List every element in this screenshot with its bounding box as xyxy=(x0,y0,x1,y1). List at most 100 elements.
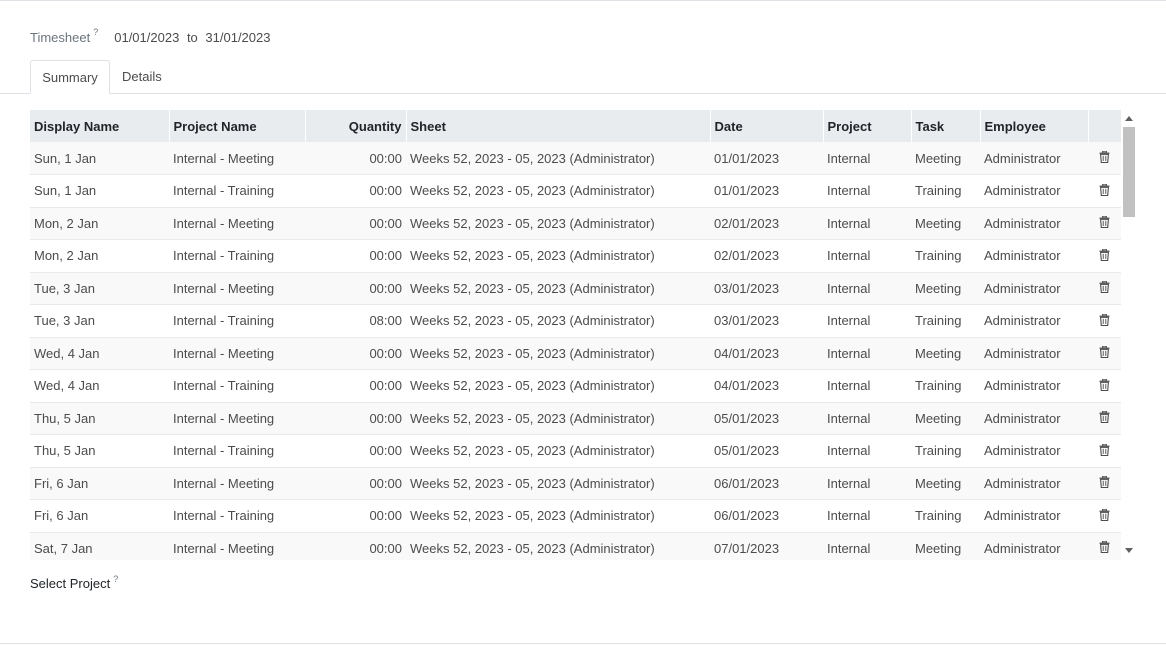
cell-quantity[interactable]: 00:00 xyxy=(305,435,406,468)
cell-sheet[interactable]: Weeks 52, 2023 - 05, 2023 (Administrator… xyxy=(406,175,710,208)
cell-employee[interactable]: Administrator xyxy=(980,402,1088,435)
scroll-up-arrow-icon[interactable] xyxy=(1125,116,1133,121)
cell-sheet[interactable]: Weeks 52, 2023 - 05, 2023 (Administrator… xyxy=(406,402,710,435)
column-header-date[interactable]: Date xyxy=(710,110,824,142)
cell-sheet[interactable]: Weeks 52, 2023 - 05, 2023 (Administrator… xyxy=(406,337,710,370)
trash-icon[interactable] xyxy=(1099,410,1110,426)
trash-icon[interactable] xyxy=(1099,248,1110,264)
cell-task[interactable]: Training xyxy=(911,370,980,403)
table-scrollbar[interactable] xyxy=(1121,110,1138,560)
timesheet-help-tooltip[interactable]: ? xyxy=(93,27,98,37)
column-header-employee[interactable]: Employee xyxy=(980,110,1089,142)
column-header-project-name[interactable]: Project Name xyxy=(169,110,306,142)
cell-sheet[interactable]: Weeks 52, 2023 - 05, 2023 (Administrator… xyxy=(406,305,710,338)
trash-icon[interactable] xyxy=(1099,508,1110,524)
table-row[interactable]: Tue, 3 Jan Internal - Training 08:00 Weeks … xyxy=(30,304,1121,338)
cell-task[interactable]: Meeting xyxy=(911,142,980,175)
cell-task[interactable]: Training xyxy=(911,240,980,273)
cell-quantity[interactable]: 00:00 xyxy=(305,142,406,175)
trash-icon[interactable] xyxy=(1099,215,1110,231)
cell-employee[interactable]: Administrator xyxy=(980,207,1088,240)
cell-date[interactable]: 03/01/2023 xyxy=(710,272,823,305)
cell-date[interactable]: 01/01/2023 xyxy=(710,142,823,175)
table-row[interactable]: Fri, 6 Jan Internal - Meeting 00:00 Weeks 5… xyxy=(30,467,1121,500)
cell-date[interactable]: 04/01/2023 xyxy=(710,337,823,370)
cell-employee[interactable]: Administrator xyxy=(980,175,1088,208)
cell-project[interactable]: Internal xyxy=(823,207,911,240)
cell-project-name[interactable]: Internal - Meeting xyxy=(169,402,305,435)
column-header-project[interactable]: Project xyxy=(823,110,912,142)
cell-employee[interactable]: Administrator xyxy=(980,467,1088,500)
cell-task[interactable]: Meeting xyxy=(911,337,980,370)
table-row[interactable]: Thu, 5 Jan Internal - Training 00:00 Weeks … xyxy=(30,434,1121,468)
cell-project-name[interactable]: Internal - Meeting xyxy=(169,467,305,500)
select-project-help-tooltip[interactable]: ? xyxy=(113,574,118,584)
cell-sheet[interactable]: Weeks 52, 2023 - 05, 2023 (Administrator… xyxy=(406,272,710,305)
cell-date[interactable]: 05/01/2023 xyxy=(710,435,823,468)
cell-quantity[interactable]: 00:00 xyxy=(305,500,406,533)
cell-project-name[interactable]: Internal - Training xyxy=(169,435,305,468)
cell-project-name[interactable]: Internal - Meeting xyxy=(169,142,305,175)
table-row[interactable]: Thu, 5 Jan Internal - Meeting 00:00 Weeks 5… xyxy=(30,402,1121,435)
trash-icon[interactable] xyxy=(1099,183,1110,199)
trash-icon[interactable] xyxy=(1099,540,1110,556)
cell-display-name[interactable]: Sun, 1 Jan xyxy=(30,175,169,208)
cell-project[interactable]: Internal xyxy=(823,435,911,468)
cell-task[interactable]: Training xyxy=(911,435,980,468)
cell-employee[interactable]: Administrator xyxy=(980,142,1088,175)
column-header-task[interactable]: Task xyxy=(911,110,981,142)
cell-project-name[interactable]: Internal - Training xyxy=(169,370,305,403)
cell-project[interactable]: Internal xyxy=(823,532,911,560)
cell-quantity[interactable]: 00:00 xyxy=(305,402,406,435)
cell-task[interactable]: Training xyxy=(911,305,980,338)
table-row[interactable]: Sat, 7 Jan Internal - Meeting 00:00 Weeks 5… xyxy=(30,532,1121,560)
cell-quantity[interactable]: 00:00 xyxy=(305,532,406,560)
cell-quantity[interactable]: 00:00 xyxy=(305,175,406,208)
cell-sheet[interactable]: Weeks 52, 2023 - 05, 2023 (Administrator… xyxy=(406,370,710,403)
cell-project[interactable]: Internal xyxy=(823,272,911,305)
cell-date[interactable]: 06/01/2023 xyxy=(710,467,823,500)
cell-task[interactable]: Meeting xyxy=(911,532,980,560)
cell-employee[interactable]: Administrator xyxy=(980,272,1088,305)
cell-date[interactable]: 05/01/2023 xyxy=(710,402,823,435)
cell-sheet[interactable]: Weeks 52, 2023 - 05, 2023 (Administrator… xyxy=(406,532,710,560)
cell-project-name[interactable]: Internal - Meeting xyxy=(169,207,305,240)
cell-task[interactable]: Training xyxy=(911,500,980,533)
cell-task[interactable]: Meeting xyxy=(911,402,980,435)
cell-project[interactable]: Internal xyxy=(823,175,911,208)
table-row[interactable]: Mon, 2 Jan Internal - Meeting 00:00 Weeks 5… xyxy=(30,207,1121,240)
cell-sheet[interactable]: Weeks 52, 2023 - 05, 2023 (Administrator… xyxy=(406,207,710,240)
cell-sheet[interactable]: Weeks 52, 2023 - 05, 2023 (Administrator… xyxy=(406,142,710,175)
cell-project-name[interactable]: Internal - Training xyxy=(169,240,305,273)
trash-icon[interactable] xyxy=(1099,345,1110,361)
cell-project-name[interactable]: Internal - Meeting xyxy=(169,337,305,370)
cell-project[interactable]: Internal xyxy=(823,305,911,338)
cell-employee[interactable]: Administrator xyxy=(980,500,1088,533)
cell-project[interactable]: Internal xyxy=(823,402,911,435)
cell-display-name[interactable]: Sat, 7 Jan xyxy=(30,532,169,560)
cell-date[interactable]: 04/01/2023 xyxy=(710,370,823,403)
cell-project[interactable]: Internal xyxy=(823,142,911,175)
cell-quantity[interactable]: 00:00 xyxy=(305,370,406,403)
trash-icon[interactable] xyxy=(1099,378,1110,394)
cell-display-name[interactable]: Mon, 2 Jan xyxy=(30,240,169,273)
cell-quantity[interactable]: 00:00 xyxy=(305,467,406,500)
cell-employee[interactable]: Administrator xyxy=(980,435,1088,468)
table-row[interactable]: Wed, 4 Jan Internal - Training 00:00 Weeks … xyxy=(30,369,1121,403)
cell-project[interactable]: Internal xyxy=(823,337,911,370)
tab-details[interactable]: Details xyxy=(110,60,174,94)
table-row[interactable]: Sun, 1 Jan Internal - Training 00:00 Weeks … xyxy=(30,174,1121,208)
cell-task[interactable]: Meeting xyxy=(911,272,980,305)
cell-employee[interactable]: Administrator xyxy=(980,240,1088,273)
cell-sheet[interactable]: Weeks 52, 2023 - 05, 2023 (Administrator… xyxy=(406,240,710,273)
cell-project-name[interactable]: Internal - Training xyxy=(169,305,305,338)
cell-task[interactable]: Meeting xyxy=(911,467,980,500)
cell-project[interactable]: Internal xyxy=(823,467,911,500)
column-header-sheet[interactable]: Sheet xyxy=(406,110,711,142)
table-row[interactable]: Sun, 1 Jan Internal - Meeting 00:00 Weeks 5… xyxy=(30,142,1121,175)
cell-employee[interactable]: Administrator xyxy=(980,370,1088,403)
cell-sheet[interactable]: Weeks 52, 2023 - 05, 2023 (Administrator… xyxy=(406,435,710,468)
cell-project-name[interactable]: Internal - Meeting xyxy=(169,272,305,305)
cell-project[interactable]: Internal xyxy=(823,370,911,403)
cell-display-name[interactable]: Thu, 5 Jan xyxy=(30,402,169,435)
